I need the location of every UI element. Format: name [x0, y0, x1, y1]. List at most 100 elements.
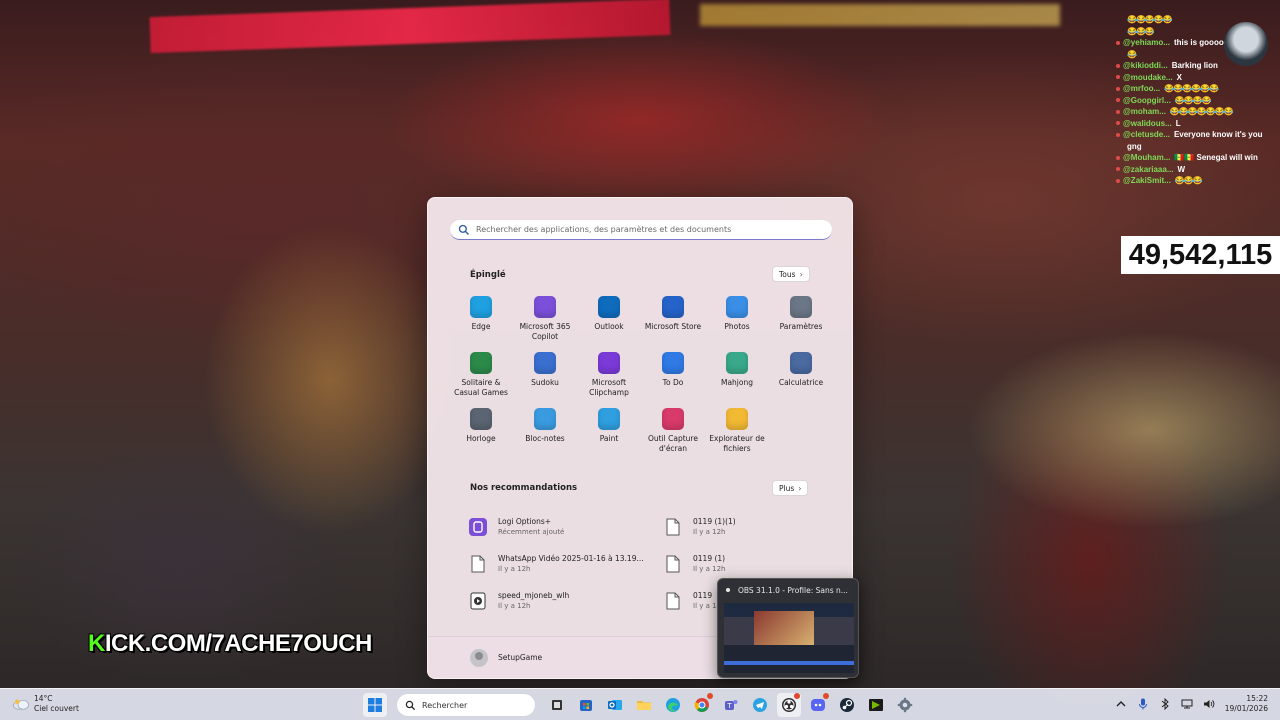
- pinned-app-label: Edge: [471, 322, 491, 331]
- tray-network[interactable]: [1181, 698, 1193, 710]
- pinned-app-outlook[interactable]: Outlook: [577, 296, 641, 352]
- pinned-app-snipping-tool[interactable]: Outil Capture d'écran: [641, 408, 705, 464]
- chat-message: @zakariaaa... W: [1112, 164, 1280, 176]
- tray-bluetooth[interactable]: [1159, 698, 1171, 710]
- chat-text: 😂😂😂: [1174, 176, 1203, 186]
- pinned-app-calculator[interactable]: Calculatrice: [769, 352, 833, 408]
- chat-username: @moham...: [1123, 107, 1166, 117]
- start-search-input[interactable]: [476, 225, 816, 234]
- chat-badge-icon: [1116, 40, 1120, 45]
- chat-message: @walidous... L: [1112, 118, 1280, 130]
- pinned-app-todo[interactable]: To Do: [641, 352, 705, 408]
- taskbar-clock[interactable]: 15:22 19/01/2026: [1225, 694, 1268, 714]
- clock-icon: [470, 408, 492, 430]
- start-search-box[interactable]: [450, 220, 832, 240]
- pinned-app-label: Paint: [599, 434, 619, 443]
- taskbar-app-nvidia[interactable]: [864, 693, 888, 717]
- chat-message: @cletusde... Everyone know it's you: [1112, 129, 1280, 141]
- pinned-app-edge[interactable]: Edge: [449, 296, 513, 352]
- taskbar-search[interactable]: Rechercher: [396, 693, 536, 717]
- chat-username: @zakariaaa...: [1123, 164, 1174, 174]
- taskbar-app-outlook[interactable]: [603, 693, 627, 717]
- solitaire-icon: [470, 352, 492, 374]
- user-avatar-icon: [470, 648, 488, 667]
- taskbar-app-teams[interactable]: T: [719, 693, 743, 717]
- recommendation-item[interactable]: speed_mjoneb_wlh Il y a 12h: [468, 582, 663, 619]
- tray-overflow-button[interactable]: [1115, 698, 1127, 710]
- kick-watermark-rest: ICK.COM/7ACHE7OUCH: [104, 630, 373, 657]
- pinned-app-notepad[interactable]: Bloc-notes: [513, 408, 577, 464]
- chat-message: @moham... 😂😂😂😂😂😂😂: [1112, 106, 1280, 118]
- notepad-icon: [534, 408, 556, 430]
- all-apps-button[interactable]: Tous ›: [772, 266, 810, 282]
- taskbar-app-telegram[interactable]: [748, 693, 772, 717]
- taskbar-app-settings[interactable]: [893, 693, 917, 717]
- tray-volume[interactable]: [1203, 698, 1215, 710]
- clock-date: 19/01/2026: [1224, 704, 1268, 713]
- pinned-app-label: Solitaire & Casual Games: [454, 378, 508, 397]
- pinned-app-label: Horloge: [466, 434, 496, 443]
- pinned-app-m365-copilot[interactable]: Microsoft 365 Copilot: [513, 296, 577, 352]
- chat-badge-icon: [1116, 86, 1120, 91]
- nvidia-icon: [869, 699, 883, 711]
- telegram-icon: [753, 698, 767, 712]
- chat-text: Barking lion: [1171, 61, 1218, 71]
- calculator-icon: [790, 352, 812, 374]
- pinned-app-settings[interactable]: Paramètres: [769, 296, 833, 352]
- pinned-app-store[interactable]: Microsoft Store: [641, 296, 705, 352]
- chat-text: 😂😂😂😂: [1174, 95, 1212, 105]
- recommendation-item[interactable]: Logi Options+ Récemment ajouté: [468, 508, 663, 545]
- system-tray: 15:22 19/01/2026: [1115, 694, 1268, 714]
- obs-preview-thumbnail: [724, 603, 854, 673]
- recommendation-name: Logi Options+: [498, 517, 552, 526]
- task-view-button[interactable]: [545, 693, 569, 717]
- pinned-app-solitaire[interactable]: Solitaire & Casual Games: [449, 352, 513, 408]
- recommendation-item[interactable]: 0119 (1) Il y a 12h: [663, 545, 828, 582]
- more-recommendations-button[interactable]: Plus ›: [772, 480, 809, 496]
- settings-icon: [790, 296, 812, 318]
- chat-username: @moudake...: [1123, 72, 1173, 82]
- weather-widget[interactable]: 14°C Ciel couvert: [12, 694, 79, 714]
- pinned-app-mahjong[interactable]: Mahjong: [705, 352, 769, 408]
- pinned-app-clock[interactable]: Horloge: [449, 408, 513, 464]
- m365-copilot-icon: [534, 296, 556, 318]
- chat-text: 😂😂😂😂😂😂: [1164, 84, 1219, 94]
- pinned-app-label: Sudoku: [531, 378, 559, 387]
- obs-scene-thumbnail: [754, 611, 814, 645]
- taskbar-app-store[interactable]: [574, 693, 598, 717]
- pinned-app-label: Bloc-notes: [525, 434, 565, 443]
- taskbar-app-file-explorer[interactable]: [632, 693, 656, 717]
- taskbar-app-edge[interactable]: [661, 693, 685, 717]
- tray-microphone[interactable]: [1137, 698, 1149, 710]
- chat-badge-icon: [1116, 63, 1120, 68]
- sudoku-icon: [534, 352, 556, 374]
- recommendation-item[interactable]: 0119 (1)(1) Il y a 12h: [663, 508, 828, 545]
- taskbar-apps: Rechercher T: [363, 693, 917, 717]
- chat-text: 😂😂😂: [1127, 26, 1155, 36]
- taskbar-app-obs[interactable]: [777, 693, 801, 717]
- pinned-app-paint[interactable]: Paint: [577, 408, 641, 464]
- pinned-app-clipchamp[interactable]: Microsoft Clipchamp: [577, 352, 641, 408]
- store-icon: [662, 296, 684, 318]
- chrome-icon: [694, 698, 709, 712]
- pinned-app-photos[interactable]: Photos: [705, 296, 769, 352]
- chat-text: 😂😂😂😂😂: [1127, 15, 1173, 25]
- taskbar-app-steam[interactable]: [835, 693, 859, 717]
- outlook-icon: [608, 700, 622, 710]
- pinned-app-file-explorer[interactable]: Explorateur de fichiers: [705, 408, 769, 464]
- chat-message: @Goopgirl... 😂😂😂😂: [1112, 95, 1280, 107]
- taskbar-app-discord[interactable]: [806, 693, 830, 717]
- obs-timeline-bar: [724, 661, 854, 665]
- edge-icon: [666, 698, 680, 712]
- recommendation-item[interactable]: WhatsApp Vidéo 2025-01-16 à 13.19... Il y…: [468, 545, 663, 582]
- recommendation-name: speed_mjoneb_wlh: [498, 591, 570, 600]
- pinned-app-sudoku[interactable]: Sudoku: [513, 352, 577, 408]
- taskbar-app-chrome[interactable]: [690, 693, 714, 717]
- chat-badge-icon: [1116, 121, 1120, 126]
- chat-badge-icon: [1116, 178, 1120, 183]
- chat-badge-icon: [1116, 75, 1120, 80]
- obs-window-preview[interactable]: OBS 31.1.0 - Profile: Sans n...: [717, 578, 859, 678]
- clipchamp-icon: [598, 352, 620, 374]
- start-button[interactable]: [363, 693, 387, 717]
- chat-text: X: [1176, 72, 1182, 82]
